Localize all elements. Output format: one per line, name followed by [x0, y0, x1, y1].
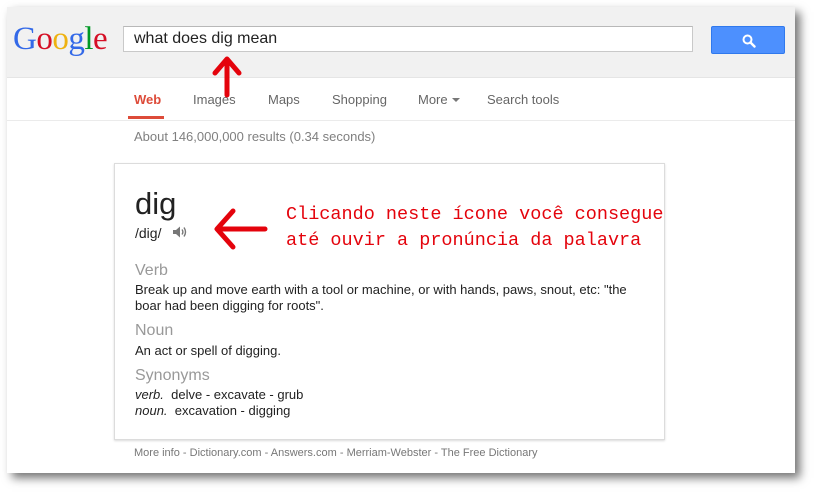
up-arrow-annotation-icon — [212, 56, 242, 98]
annotation-line-1: Clicando neste ícone você consegue — [286, 204, 664, 225]
link-separator: - — [336, 447, 347, 459]
more-info-link[interactable]: More info — [134, 447, 180, 459]
merriam-webster-link[interactable]: Merriam-Webster — [347, 447, 432, 459]
logo-letter: G — [13, 21, 37, 57]
synonym-words: delve - excavate - grub — [171, 387, 304, 402]
verb-definition-line-1: Break up and move earth with a tool or m… — [135, 282, 627, 297]
tab-more[interactable]: More — [418, 92, 460, 108]
synonym-row: noun. excavation - digging — [135, 403, 290, 419]
synonym-words: excavation - digging — [174, 403, 291, 418]
search-input[interactable] — [124, 27, 689, 51]
noun-label: Noun — [135, 322, 174, 339]
header: Google — [7, 7, 795, 78]
logo-letter: e — [93, 21, 108, 57]
screenshot-frame: Google Web Images Maps Shopping More Sea… — [7, 7, 795, 473]
result-stats: About 146,000,000 results (0.34 seconds) — [134, 129, 376, 144]
tab-shopping[interactable]: Shopping — [332, 92, 387, 108]
annotation-text: Clicando neste ícone você consegue até o… — [286, 202, 663, 254]
dictionary-com-link[interactable]: Dictionary.com — [190, 447, 262, 459]
logo-letter: o — [52, 21, 69, 57]
annotation-line-2: até ouvir a pronúncia da palavra — [286, 230, 642, 251]
synonym-pos: noun. — [135, 403, 168, 418]
search-button[interactable] — [711, 26, 785, 54]
link-separator: - — [431, 447, 441, 459]
search-icon — [742, 34, 756, 48]
logo-letter: l — [84, 21, 94, 57]
search-box — [123, 26, 693, 52]
verb-label: Verb — [135, 262, 168, 279]
tab-maps[interactable]: Maps — [268, 92, 300, 108]
logo-letter: g — [68, 21, 85, 57]
logo-letter: o — [36, 21, 53, 57]
link-separator: - — [179, 447, 190, 459]
link-separator: - — [261, 447, 271, 459]
speaker-icon[interactable] — [172, 225, 188, 239]
chevron-down-icon — [451, 97, 460, 102]
synonym-pos: verb. — [135, 387, 164, 402]
tab-search-tools[interactable]: Search tools — [487, 92, 559, 108]
tab-more-label: More — [418, 92, 448, 107]
synonym-row: verb. delve - excavate - grub — [135, 387, 303, 403]
left-arrow-annotation-icon — [214, 208, 268, 250]
definition-word: dig — [135, 186, 177, 221]
active-tab-indicator — [128, 116, 164, 119]
more-info-links: More info - Dictionary.com - Answers.com… — [134, 447, 538, 459]
synonyms-label: Synonyms — [135, 367, 210, 384]
tab-web[interactable]: Web — [134, 92, 161, 108]
phonetic-text: /dig/ — [135, 225, 162, 241]
search-tabs: Web Images Maps Shopping More Search too… — [7, 78, 795, 121]
answers-com-link[interactable]: Answers.com — [271, 447, 337, 459]
free-dictionary-link[interactable]: The Free Dictionary — [441, 447, 538, 459]
verb-definition-line-2: boar had been digging for roots". — [135, 298, 324, 313]
google-logo[interactable]: Google — [13, 21, 108, 57]
noun-definition: An act or spell of digging. — [135, 343, 281, 358]
